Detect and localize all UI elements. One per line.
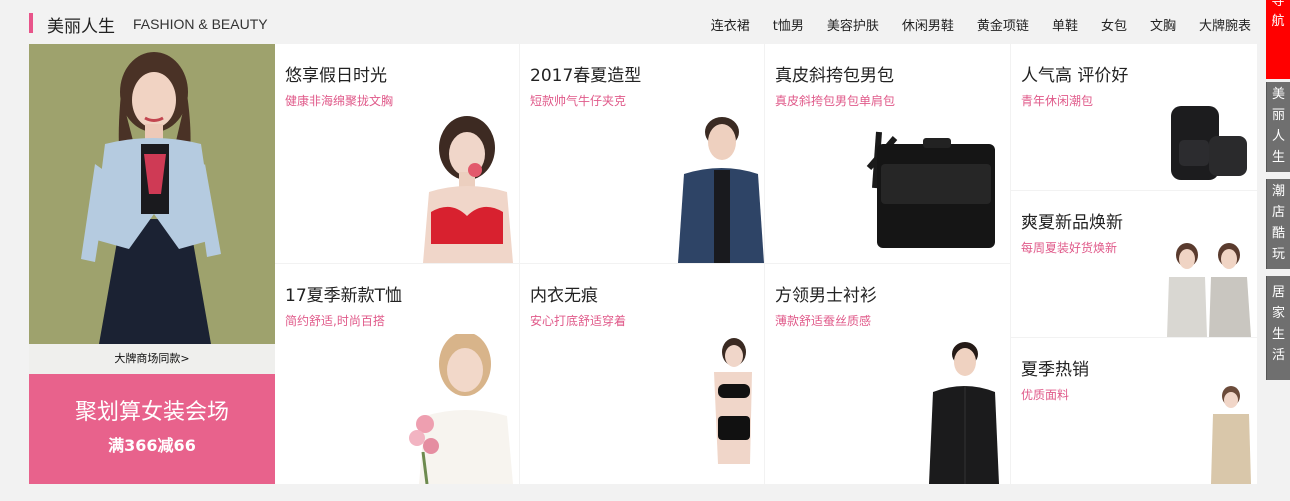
backpack-image xyxy=(1165,100,1251,190)
tile-title: 悠享假日时光 xyxy=(285,66,387,86)
side-nav-label: 美丽人生 xyxy=(1271,87,1285,165)
tile-title: 人气高 评价好 xyxy=(1021,66,1129,86)
summer-blouse-models-image xyxy=(1159,241,1257,337)
section-header: 美丽人生 FASHION & BEAUTY 连衣裙 t恤男 美容护肤 休闲男鞋 … xyxy=(29,10,1257,40)
product-tile-denim-jacket[interactable]: 2017春夏造型 短款帅气牛仔夹克 xyxy=(520,44,764,263)
nav-link-men-tshirt[interactable]: t恤男 xyxy=(773,15,804,34)
tile-subtitle: 健康非海绵聚拢文胸 xyxy=(285,94,394,108)
nav-link-gold-necklace[interactable]: 黄金项链 xyxy=(977,15,1029,34)
tile-title: 17夏季新款T恤 xyxy=(285,286,403,306)
section-subtitle: FASHION & BEAUTY xyxy=(133,16,268,32)
underwear-model-image xyxy=(682,334,764,484)
tile-subtitle: 安心打底舒适穿着 xyxy=(530,314,627,328)
tile-subtitle: 每周夏装好货焕新 xyxy=(1021,241,1118,255)
hero-caption-link[interactable]: 大牌商场同款> xyxy=(29,344,275,374)
section-title: 美丽人生 xyxy=(47,17,115,37)
product-tile-men-shirt[interactable]: 方领男士衬衫 薄款舒适蚕丝质感 xyxy=(765,264,1010,484)
product-tile-summer-new[interactable]: 爽夏新品焕新 每周夏装好货焕新 xyxy=(1011,191,1257,337)
nav-link-dress[interactable]: 连衣裙 xyxy=(711,15,750,34)
tile-title: 方领男士衬衫 xyxy=(775,286,877,306)
product-tile-bra[interactable]: 悠享假日时光 健康非海绵聚拢文胸 xyxy=(275,44,519,263)
side-nav-item-home-living[interactable]: 居家生活 xyxy=(1266,276,1290,380)
denim-jacket-model-image xyxy=(678,114,764,263)
product-tile-leather-bag[interactable]: 真皮斜挎包男包 真皮斜挎包男包单肩包 xyxy=(765,44,1010,263)
tile-title: 夏季热销 xyxy=(1021,360,1089,380)
tile-subtitle: 简约舒适,时尚百搭 xyxy=(285,314,385,328)
product-tile-backpack[interactable]: 人气高 评价好 青年休闲潮包 xyxy=(1011,44,1257,190)
tile-subtitle: 青年休闲潮包 xyxy=(1021,94,1094,108)
tshirt-model-image xyxy=(403,332,519,484)
product-tile-seamless-underwear[interactable]: 内衣无痕 安心打底舒适穿着 xyxy=(520,264,764,484)
hero-banner[interactable]: 大牌商场同款> 聚划算女装会场 满366减66 xyxy=(29,44,275,484)
nav-link-bra[interactable]: 文胸 xyxy=(1150,15,1176,34)
product-tile-summer-hot[interactable]: 夏季热销 优质面料 xyxy=(1011,338,1257,484)
side-nav-item-beautiful-life[interactable]: 美丽人生 xyxy=(1266,82,1290,172)
side-nav-header[interactable]: 导航 xyxy=(1266,0,1290,79)
nav-link-single-shoes[interactable]: 单鞋 xyxy=(1052,15,1078,34)
nav-link-skincare[interactable]: 美容护肤 xyxy=(827,15,879,34)
header-accent-bar xyxy=(29,13,33,33)
bra-model-image xyxy=(409,114,519,263)
tile-title: 爽夏新品焕新 xyxy=(1021,213,1123,233)
side-nav-label: 居家生活 xyxy=(1271,285,1285,363)
product-tile-tshirt[interactable]: 17夏季新款T恤 简约舒适,时尚百搭 xyxy=(275,264,519,484)
tile-title: 2017春夏造型 xyxy=(530,66,642,86)
tile-subtitle: 真皮斜挎包男包单肩包 xyxy=(775,94,896,108)
tile-subtitle: 短款帅气牛仔夹克 xyxy=(530,94,627,108)
category-nav: 连衣裙 t恤男 美容护肤 休闲男鞋 黄金项链 单鞋 女包 文胸 大牌腕表 xyxy=(688,15,1251,34)
nav-link-women-bag[interactable]: 女包 xyxy=(1101,15,1127,34)
tile-subtitle: 优质面料 xyxy=(1021,388,1070,402)
hero-model-image[interactable] xyxy=(29,44,275,344)
promo-title: 聚划算女装会场 xyxy=(74,400,229,425)
men-shirt-model-image xyxy=(929,338,999,484)
side-nav-item-trendy-shops[interactable]: 潮店酷玩 xyxy=(1266,179,1290,269)
side-nav-label: 潮店酷玩 xyxy=(1271,184,1285,262)
tile-title: 真皮斜挎包男包 xyxy=(775,66,894,86)
tile-subtitle: 薄款舒适蚕丝质感 xyxy=(775,314,872,328)
leather-bag-image xyxy=(865,128,1000,254)
summer-outfit-model-image xyxy=(1207,386,1253,484)
promo-banner[interactable]: 聚划算女装会场 满366减66 xyxy=(29,374,275,484)
nav-link-watches[interactable]: 大牌腕表 xyxy=(1199,15,1251,34)
nav-link-casual-shoes[interactable]: 休闲男鞋 xyxy=(902,15,954,34)
promo-subtitle: 满366减66 xyxy=(108,436,196,455)
tile-title: 内衣无痕 xyxy=(530,286,598,306)
